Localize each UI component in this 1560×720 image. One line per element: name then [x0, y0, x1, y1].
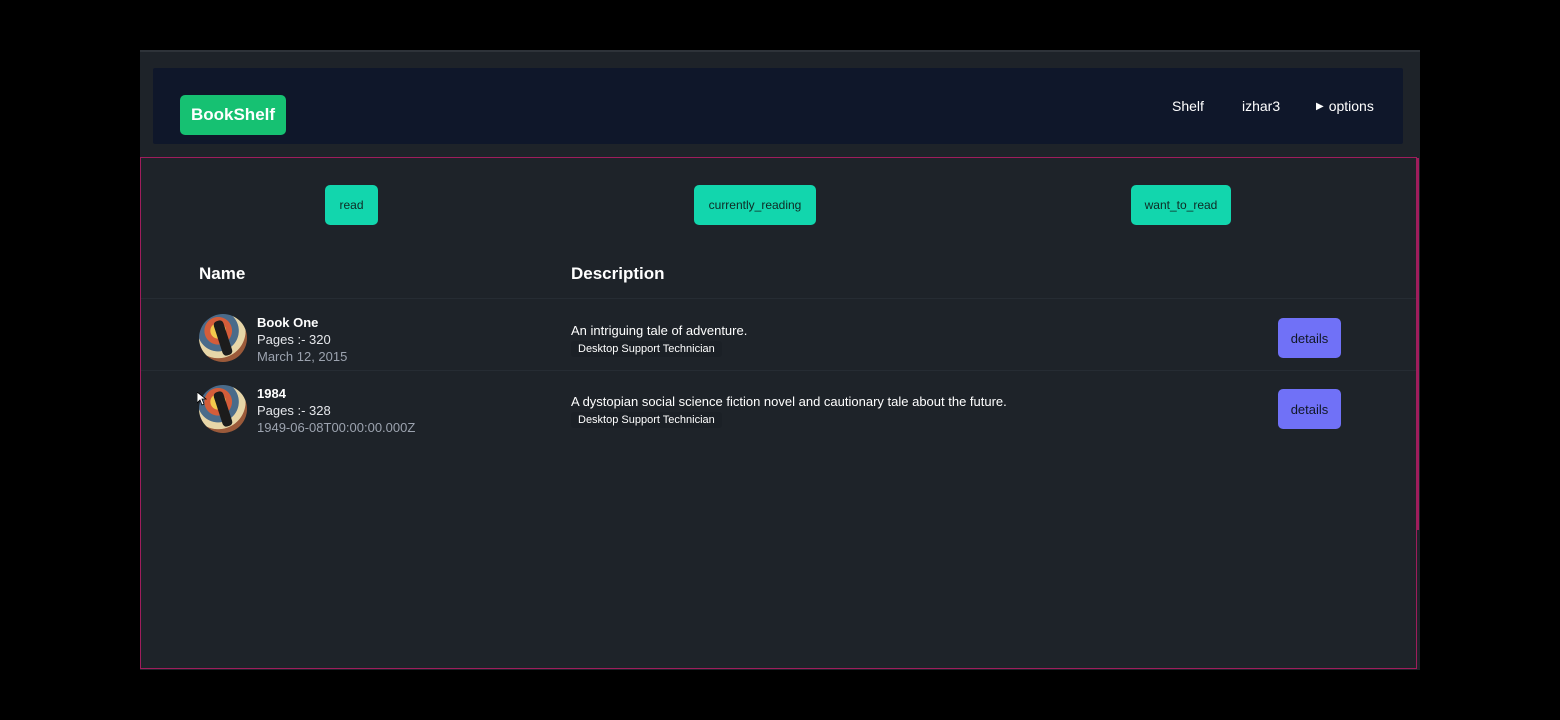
details-button[interactable]: details [1278, 318, 1341, 358]
book-title: 1984 [257, 386, 286, 401]
details-button[interactable]: details [1278, 389, 1341, 429]
table-divider [141, 298, 1416, 299]
book-tag: Desktop Support Technician [571, 412, 722, 428]
nav-link-user[interactable]: izhar3 [1242, 98, 1280, 114]
book-description: An intriguing tale of adventure. [571, 323, 748, 338]
column-header-name: Name [199, 264, 246, 283]
book-pages: Pages :- 328 [257, 403, 331, 418]
table-row: Book One Pages :- 320 March 12, 2015 An … [141, 306, 1416, 376]
app-window: BookShelf Shelf izhar3 ▶ options read cu… [140, 50, 1420, 670]
book-date: March 12, 2015 [257, 349, 348, 364]
options-dropdown[interactable]: ▶ options [1316, 98, 1374, 114]
table-row: 1984 Pages :- 328 1949-06-08T00:00:00.00… [141, 377, 1416, 447]
book-description: A dystopian social science fiction novel… [571, 394, 1007, 409]
options-label: options [1328, 98, 1374, 114]
column-header-description: Description [571, 264, 665, 283]
scrollbar[interactable] [1417, 158, 1419, 530]
book-cover-image [199, 314, 247, 362]
nav-link-shelf[interactable]: Shelf [1172, 98, 1204, 114]
caret-right-icon: ▶ [1316, 100, 1324, 112]
shelf-content: read currently_reading want_to_read Name… [140, 157, 1419, 669]
book-tag: Desktop Support Technician [571, 341, 722, 357]
shelf-want-to-read-button[interactable]: want_to_read [1131, 185, 1231, 225]
shelf-read-button[interactable]: read [325, 185, 378, 225]
table-divider [141, 370, 1416, 371]
shelf-currently-reading-button[interactable]: currently_reading [694, 185, 816, 225]
navbar: BookShelf Shelf izhar3 ▶ options [153, 68, 1403, 144]
brand-logo-button[interactable]: BookShelf [180, 95, 286, 135]
book-title: Book One [257, 315, 319, 330]
book-date: 1949-06-08T00:00:00.000Z [257, 420, 416, 435]
book-pages: Pages :- 320 [257, 332, 331, 347]
